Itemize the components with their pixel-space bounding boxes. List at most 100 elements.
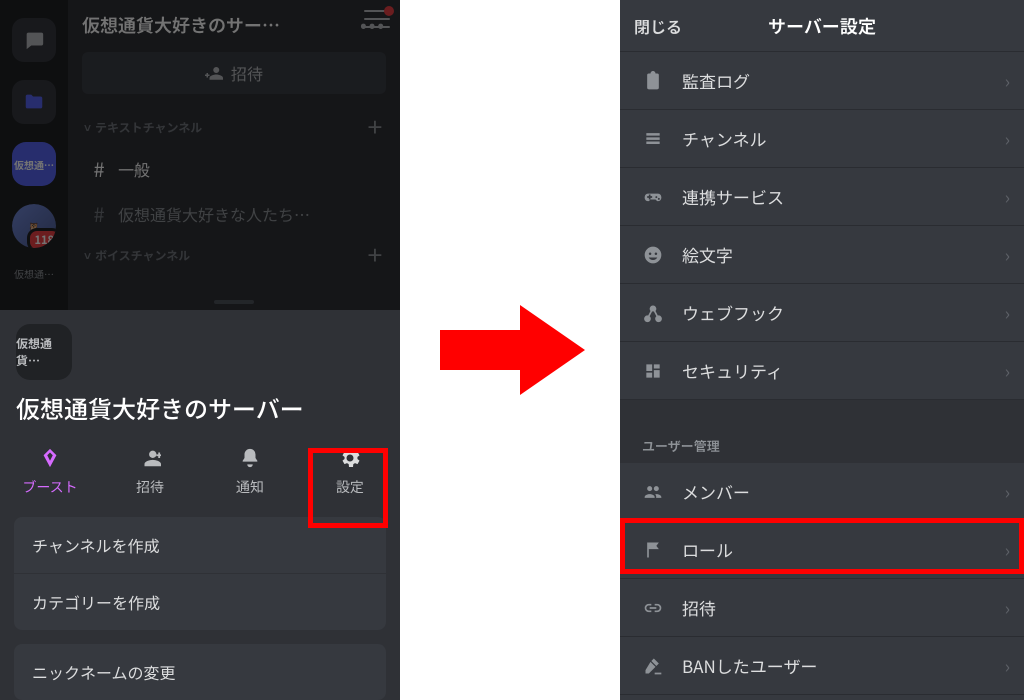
unread-badge: 118 <box>27 228 56 248</box>
chevron-right-icon: › <box>1005 126 1010 152</box>
audit-log-label: 監査ログ <box>682 68 750 93</box>
flag-icon <box>642 539 664 561</box>
chevron-right-icon: › <box>1005 358 1010 384</box>
settings-label: 設定 <box>336 477 364 497</box>
settings-item-integrations[interactable]: 連携サービス › <box>620 168 1024 226</box>
integrations-label: 連携サービス <box>682 184 784 209</box>
settings-item-members[interactable]: メンバー › <box>620 463 1024 521</box>
invite-button[interactable]: 招待 <box>105 445 195 497</box>
emoji-label: 絵文字 <box>682 242 733 267</box>
settings-item-emoji[interactable]: 絵文字 › <box>620 226 1024 284</box>
settings-title: サーバー設定 <box>768 13 876 39</box>
invites-label: 招待 <box>682 595 716 620</box>
server-rail: 仮想通… 🦉 118 仮想通… <box>0 0 68 310</box>
sheet-drag-handle[interactable] <box>214 300 254 304</box>
folder-button[interactable] <box>12 80 56 124</box>
gavel-icon <box>642 655 664 677</box>
create-category-label: カテゴリーを作成 <box>32 590 160 614</box>
sheet-list-2: ニックネームの変更 <box>14 644 386 700</box>
channels-label: チャンネル <box>682 126 767 151</box>
settings-item-webhooks[interactable]: ウェブフック › <box>620 284 1024 342</box>
hamburger-menu-button[interactable] <box>364 10 390 28</box>
chevron-right-icon: › <box>1005 242 1010 268</box>
quick-actions-row: ブースト 招待 通知 <box>0 439 400 507</box>
chevron-right-icon: › <box>1005 479 1010 505</box>
settings-item-audit-log[interactable]: 監査ログ › <box>620 52 1024 110</box>
people-icon <box>642 481 664 503</box>
clipboard-icon <box>642 70 664 92</box>
settings-header: 閉じる サーバー設定 <box>620 0 1024 52</box>
sheet-server-title: 仮想通貨大好きのサーバー <box>0 388 400 439</box>
server-header[interactable]: 仮想通貨大好きのサー… ••• <box>82 12 386 38</box>
notification-dot-icon <box>384 6 394 16</box>
boost-label: ブースト <box>22 477 77 497</box>
bans-label: BANしたユーザー <box>682 653 817 678</box>
gamepad-icon <box>642 186 664 208</box>
notifications-button[interactable]: 通知 <box>205 445 295 497</box>
members-label: メンバー <box>682 479 750 504</box>
chevron-down-icon: ˅ <box>84 247 91 264</box>
channel-general[interactable]: # 一般 <box>82 146 386 191</box>
chevron-right-icon: › <box>1005 653 1010 679</box>
create-channel-item[interactable]: チャンネルを作成 <box>14 517 386 574</box>
server-name-truncated: 仮想通貨大好きのサー… <box>82 12 280 38</box>
list-icon <box>642 128 664 150</box>
create-category-item[interactable]: カテゴリーを作成 <box>14 574 386 630</box>
chat-bubble-icon <box>23 29 45 51</box>
server-avatar-other[interactable]: 🦉 118 <box>12 204 56 248</box>
hash-icon: # <box>90 199 108 228</box>
boost-button[interactable]: ブースト <box>5 445 95 497</box>
boost-gem-icon <box>37 445 63 471</box>
person-plus-icon <box>137 445 163 471</box>
channel-crypto-lovers-label: 仮想通貨大好きな人たち… <box>118 202 310 226</box>
server-avatar-tile-label: 仮想通貨… <box>16 335 72 369</box>
invite-label: 招待 <box>136 477 164 497</box>
chevron-right-icon: › <box>1005 537 1010 563</box>
close-button[interactable]: 閉じる <box>634 14 682 38</box>
server-avatar-selected[interactable]: 仮想通… <box>12 142 56 186</box>
category-voice-label: ボイスチャンネル <box>95 247 190 264</box>
hash-icon: # <box>90 154 108 183</box>
invite-chip-button[interactable]: 招待 <box>82 52 386 94</box>
arrow-right-icon <box>440 300 585 400</box>
server-avatar-tile: 仮想通貨… <box>16 324 72 380</box>
add-channel-icon[interactable]: ＋ <box>366 114 384 140</box>
phone-screen-right: 閉じる サーバー設定 監査ログ › チャンネル › 連携サービス › 絵文字 <box>620 0 1024 700</box>
direct-messages-button[interactable] <box>12 18 56 62</box>
category-text-channels[interactable]: ˅ テキストチャンネル ＋ <box>82 108 386 146</box>
settings-button[interactable]: 設定 <box>305 445 395 497</box>
change-nickname-item[interactable]: ニックネームの変更 <box>14 644 386 700</box>
settings-item-channels[interactable]: チャンネル › <box>620 110 1024 168</box>
section-user-management-label: ユーザー管理 <box>620 426 1024 463</box>
notifications-label: 通知 <box>236 477 264 497</box>
channel-crypto-lovers[interactable]: # 仮想通貨大好きな人たち… <box>82 191 386 236</box>
person-plus-icon <box>205 64 223 82</box>
gear-icon <box>337 445 363 471</box>
chevron-right-icon: › <box>1005 184 1010 210</box>
shield-icon <box>642 360 664 382</box>
section-gap <box>620 400 1024 426</box>
chevron-right-icon: › <box>1005 68 1010 94</box>
bell-icon <box>237 445 263 471</box>
add-voice-channel-icon[interactable]: ＋ <box>366 242 384 268</box>
folder-icon <box>23 91 45 113</box>
settings-item-security[interactable]: セキュリティ › <box>620 342 1024 400</box>
server-actions-sheet: 仮想通貨… 仮想通貨大好きのサーバー ブースト 招待 <box>0 310 400 700</box>
settings-item-bans[interactable]: BANしたユーザー › <box>620 637 1024 695</box>
server-rail-bottom-label: 仮想通… <box>14 266 54 281</box>
invite-chip-label: 招待 <box>231 61 263 85</box>
settings-item-invites[interactable]: 招待 › <box>620 579 1024 637</box>
server-avatar-label: 仮想通… <box>14 157 54 172</box>
settings-item-roles[interactable]: ロール › <box>620 521 1024 579</box>
highlight-roles-annotation <box>620 518 1024 574</box>
category-voice-channels[interactable]: ˅ ボイスチャンネル ＋ <box>82 236 386 274</box>
phone-screen-left: 仮想通… 🦉 118 仮想通… 仮想通貨大好きのサー… ••• 招待 ˅ テキス… <box>0 0 400 700</box>
chevron-down-icon: ˅ <box>84 119 91 136</box>
change-nickname-label: ニックネームの変更 <box>32 660 176 684</box>
create-channel-label: チャンネルを作成 <box>32 533 160 557</box>
settings-list: 監査ログ › チャンネル › 連携サービス › 絵文字 › ウェブフック <box>620 52 1024 695</box>
transition-arrow-annotation <box>440 300 585 400</box>
chevron-right-icon: › <box>1005 300 1010 326</box>
security-label: セキュリティ <box>682 358 783 383</box>
link-icon <box>642 597 664 619</box>
